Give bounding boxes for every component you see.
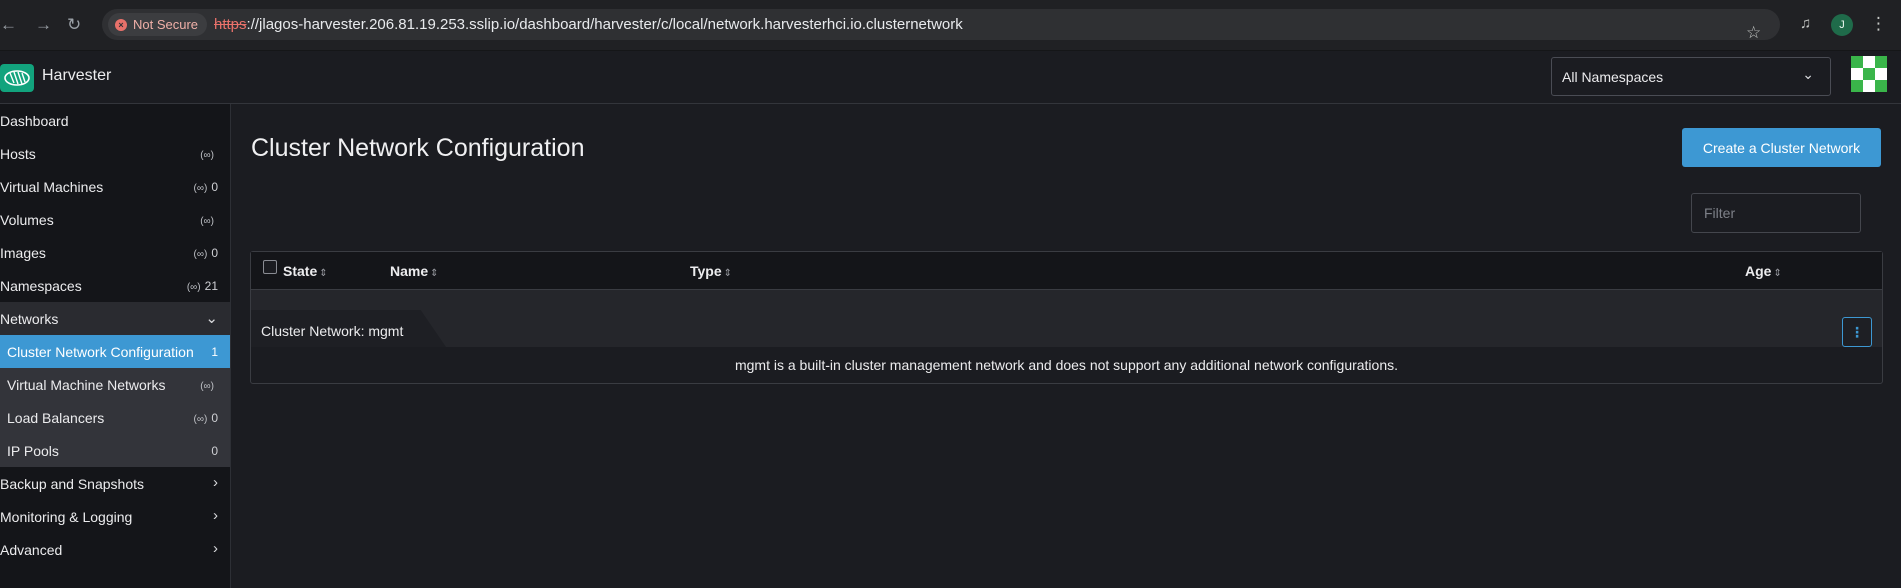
app-header: Harvester All Namespaces ⌄ <box>0 51 1901 104</box>
column-header-age[interactable]: Age ⇕ <box>1745 263 1782 279</box>
profile-avatar[interactable]: J <box>1831 14 1853 36</box>
cluster-network-table: State ⇕ Name ⇕ Type ⇕ Age ⇕ Cluster Network:… <box>250 251 1883 384</box>
app-title: Harvester <box>42 67 112 84</box>
sidebar: Dashboard Hosts (∞) Virtual Machines (∞)… <box>0 104 231 588</box>
sidebar-group-monitoring-logging[interactable]: Monitoring & Logging › <box>0 500 230 533</box>
sidebar-item-label: IP Pools <box>7 443 59 459</box>
chevron-right-icon: › <box>213 474 218 491</box>
resource-count-icon: (∞) <box>193 183 208 194</box>
filter-input[interactable] <box>1691 193 1861 233</box>
harvester-logo[interactable] <box>0 64 34 92</box>
sidebar-item-count: 21 <box>204 279 218 293</box>
sidebar-item-virtual-machines[interactable]: Virtual Machines (∞) 0 <box>0 170 230 203</box>
sidebar-item-count: 0 <box>211 411 218 425</box>
resource-count-icon: (∞) <box>193 414 208 425</box>
sidebar-item-label: Load Balancers <box>7 410 105 426</box>
security-chip[interactable]: × Not Secure <box>108 13 208 36</box>
resource-count-icon: (∞) <box>186 282 201 293</box>
sidebar-item-label: Dashboard <box>0 113 69 129</box>
back-icon[interactable]: ← <box>0 15 17 35</box>
sort-icon: ⇕ <box>1773 268 1782 279</box>
star-icon[interactable]: ☆ <box>1746 23 1761 43</box>
resource-count-icon: (∞) <box>200 216 214 227</box>
create-cluster-network-button[interactable]: Create a Cluster Network <box>1682 128 1881 167</box>
sidebar-item-label: Namespaces <box>0 278 82 294</box>
resource-count-icon: (∞) <box>200 381 214 392</box>
sidebar-item-dashboard[interactable]: Dashboard <box>0 104 230 137</box>
sidebar-item-count: 0 <box>211 444 218 458</box>
sidebar-item-load-balancers[interactable]: Load Balancers (∞) 0 <box>0 401 230 434</box>
sidebar-item-hosts[interactable]: Hosts (∞) <box>0 137 230 170</box>
reload-icon[interactable]: ↻ <box>67 15 81 35</box>
table-header: State ⇕ Name ⇕ Type ⇕ Age ⇕ <box>251 252 1882 290</box>
sidebar-item-count: 0 <box>211 180 218 194</box>
sidebar-item-images[interactable]: Images (∞) 0 <box>0 236 230 269</box>
row-actions-button[interactable]: ⋮ <box>1842 317 1872 347</box>
address-bar[interactable]: × Not Secure https://jlagos-harvester.20… <box>102 9 1780 43</box>
harvester-logo-icon <box>4 70 30 86</box>
kebab-icon[interactable]: ⋮ <box>1870 14 1887 34</box>
sort-icon: ⇕ <box>723 268 733 279</box>
media-icon[interactable]: ♫ <box>1800 15 1811 32</box>
chevron-right-icon: › <box>213 540 218 557</box>
resource-count-icon: (∞) <box>200 150 214 161</box>
sidebar-item-label: Images <box>0 245 46 261</box>
sidebar-item-count: 0 <box>211 246 218 260</box>
column-header-state[interactable]: State ⇕ <box>283 263 328 279</box>
resource-count-icon: (∞) <box>193 249 208 260</box>
sidebar-item-label: Monitoring & Logging <box>0 509 133 525</box>
sidebar-group-networks[interactable]: Networks ⌄ <box>0 302 230 335</box>
sidebar-item-namespaces[interactable]: Namespaces (∞) 21 <box>0 269 230 302</box>
url-scheme: https <box>214 16 247 33</box>
url-text[interactable]: https://jlagos-harvester.206.81.19.253.s… <box>214 16 963 33</box>
sidebar-item-label: Cluster Network Configuration <box>7 344 194 360</box>
group-label: Cluster Network: mgmt <box>261 323 404 339</box>
sidebar-group-advanced[interactable]: Advanced › <box>0 533 230 566</box>
sidebar-item-label: Virtual Machine Networks <box>7 377 166 393</box>
url-path: ://jlagos-harvester.206.81.19.253.sslip.… <box>246 16 963 33</box>
sidebar-item-volumes[interactable]: Volumes (∞) <box>0 203 230 236</box>
sidebar-item-label: Hosts <box>0 146 36 162</box>
page-title: Cluster Network Configuration <box>251 134 585 162</box>
sidebar-item-label: Networks <box>0 311 59 327</box>
sidebar-item-label: Advanced <box>0 542 63 558</box>
sort-icon: ⇕ <box>319 268 328 279</box>
sidebar-item-label: Virtual Machines <box>0 179 104 195</box>
warning-icon: × <box>115 18 127 31</box>
browser-toolbar: ← → ↻ × Not Secure https://jlagos-harves… <box>0 0 1901 51</box>
sort-icon: ⇕ <box>430 268 439 279</box>
select-all-checkbox[interactable] <box>263 260 277 274</box>
namespace-select[interactable]: All Namespaces ⌄ <box>1551 57 1831 96</box>
security-label: Not Secure <box>133 17 199 32</box>
chevron-down-icon: ⌄ <box>205 310 218 327</box>
column-header-type[interactable]: Type ⇕ <box>690 263 732 279</box>
sidebar-item-count: 1 <box>211 345 218 359</box>
sidebar-item-cluster-network-configuration[interactable]: Cluster Network Configuration 1 <box>0 335 230 368</box>
namespace-select-value: All Namespaces <box>1562 69 1664 85</box>
group-message: mgmt is a built-in cluster management ne… <box>734 357 1399 373</box>
chevron-right-icon: › <box>213 507 218 524</box>
sidebar-item-label: Backup and Snapshots <box>0 476 144 492</box>
group-row: Cluster Network: mgmt ⋮ <box>251 290 1882 347</box>
sidebar-item-ip-pools[interactable]: IP Pools 0 <box>0 434 230 467</box>
sidebar-item-virtual-machine-networks[interactable]: Virtual Machine Networks (∞) <box>0 368 230 401</box>
user-avatar[interactable] <box>1851 56 1887 92</box>
column-header-name[interactable]: Name ⇕ <box>390 263 439 279</box>
sidebar-item-label: Volumes <box>0 212 54 228</box>
forward-icon[interactable]: → <box>35 15 52 35</box>
sidebar-group-backup-and-snapshots[interactable]: Backup and Snapshots › <box>0 467 230 500</box>
chevron-down-icon: ⌄ <box>1802 66 1814 82</box>
